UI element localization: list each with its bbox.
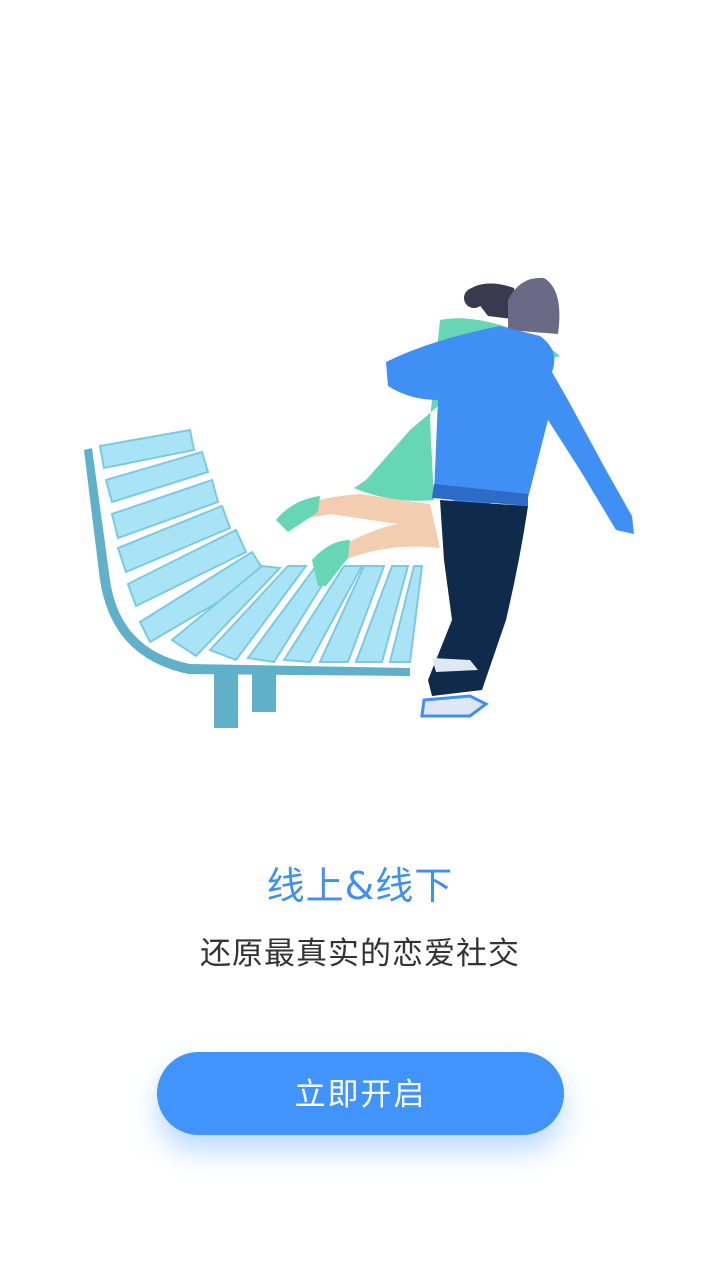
- couple-bench-icon: [84, 277, 634, 728]
- headline: 线上&线下: [266, 864, 454, 908]
- hero-illustration: [0, 0, 720, 780]
- start-now-button[interactable]: 立即开启: [157, 1052, 564, 1135]
- subline: 还原最真实的恋爱社交: [200, 936, 520, 972]
